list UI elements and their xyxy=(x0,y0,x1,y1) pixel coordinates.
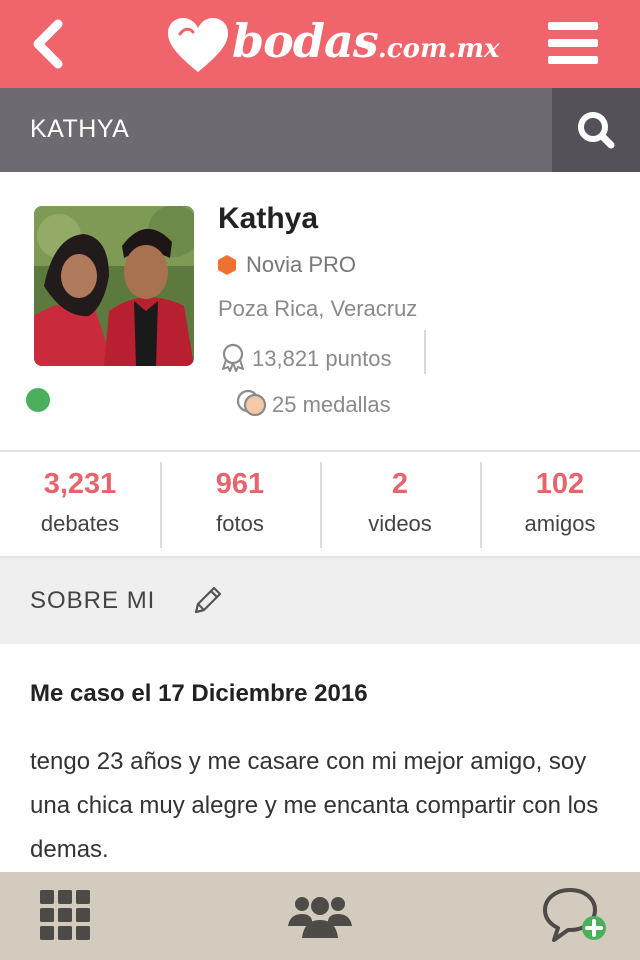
grid-icon xyxy=(40,890,90,940)
stat-fotos[interactable]: 961 fotos xyxy=(160,452,320,556)
menu-button[interactable] xyxy=(548,22,600,64)
page-title: KATHYA xyxy=(30,115,130,143)
heart-logo-icon xyxy=(168,18,228,72)
points-stat: 13,821 puntos xyxy=(218,342,391,378)
points-text: 13,821 puntos xyxy=(252,346,392,371)
stat-value: 3,231 xyxy=(43,468,117,500)
nav-community-button[interactable] xyxy=(288,892,352,944)
stat-label: videos xyxy=(368,511,432,536)
medals-stat[interactable]: 25 medallas xyxy=(236,388,391,418)
hexagon-badge-icon xyxy=(218,255,236,275)
stat-label: debates xyxy=(40,511,120,536)
nav-new-post-button[interactable] xyxy=(542,886,608,948)
pro-badge-label: Novia PRO xyxy=(246,252,357,277)
divider xyxy=(424,330,426,374)
stats-bar: 3,231 debates 961 fotos 2 videos 102 ami… xyxy=(0,450,640,558)
award-ribbon-icon xyxy=(222,343,244,372)
nav-grid-button[interactable] xyxy=(38,888,92,946)
search-icon xyxy=(578,112,615,149)
section-title: SOBRE MI xyxy=(30,587,156,614)
stat-value: 2 xyxy=(391,468,409,500)
about-content: Me caso el 17 Diciembre 2016 tengo 23 añ… xyxy=(0,644,640,872)
about-section-header: SOBRE MI xyxy=(0,558,640,644)
edit-about-button[interactable] xyxy=(190,584,224,618)
logo-wordmark: bodas.com.mx xyxy=(232,14,500,68)
profile-location: Poza Rica, Veracruz xyxy=(218,296,418,321)
avatar[interactable] xyxy=(34,206,194,366)
pro-badge[interactable]: Novia PRO xyxy=(218,252,356,278)
wedding-date: Me caso el 17 Diciembre 2016 xyxy=(30,680,368,707)
stat-debates[interactable]: 3,231 debates xyxy=(0,452,160,556)
title-bar: KATHYA xyxy=(0,88,640,172)
stat-label: amigos xyxy=(524,511,596,536)
medal-icon xyxy=(236,389,267,417)
search-button[interactable] xyxy=(552,88,640,172)
bodas-logo[interactable]: bodas.com.mx xyxy=(164,12,500,76)
chat-add-icon xyxy=(543,888,606,942)
stat-value: 961 xyxy=(215,468,265,500)
stat-label: fotos xyxy=(216,511,264,536)
bio-text: tengo 23 años y me casare con mi mejor a… xyxy=(30,748,599,863)
people-icon xyxy=(288,897,352,938)
medals-text: 25 medallas xyxy=(272,392,391,417)
stat-amigos[interactable]: 102 amigos xyxy=(480,452,640,556)
chevron-left-icon xyxy=(33,19,63,69)
hamburger-menu-icon xyxy=(548,22,600,64)
back-button[interactable] xyxy=(28,18,72,70)
stat-videos[interactable]: 2 videos xyxy=(320,452,480,556)
pencil-icon xyxy=(194,586,222,614)
online-status-indicator xyxy=(26,388,50,412)
profile-card: Kathya Novia PRO Poza Rica, Veracruz 13,… xyxy=(0,172,640,450)
top-bar: bodas.com.mx xyxy=(0,0,640,88)
profile-name: Kathya xyxy=(218,202,319,235)
stat-value: 102 xyxy=(535,468,585,500)
couple-photo xyxy=(34,206,194,366)
bottom-nav xyxy=(0,872,640,960)
